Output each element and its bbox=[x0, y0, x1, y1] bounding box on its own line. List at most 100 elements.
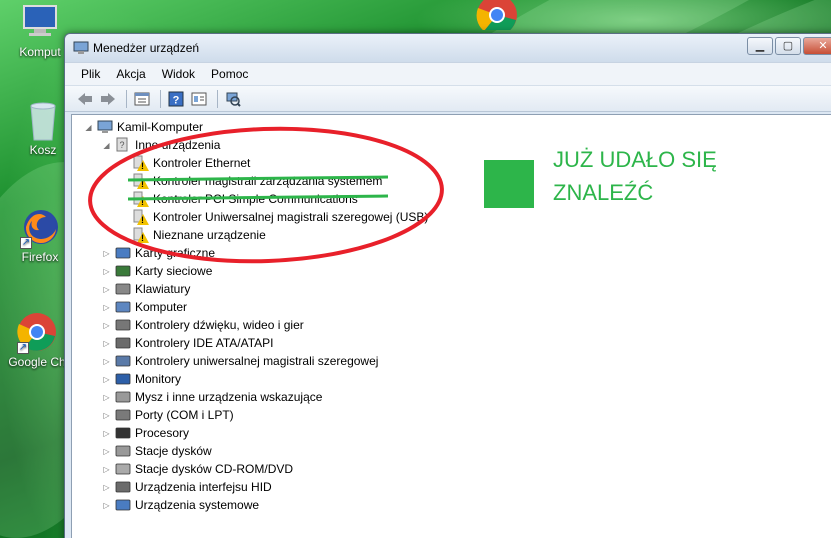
tree-category-label: Karty sieciowe bbox=[135, 264, 213, 278]
tree-device-pci-simple[interactable]: Kontroler PCI Simple Communications bbox=[133, 190, 358, 208]
expand-icon[interactable]: ▷ bbox=[102, 465, 111, 474]
menu-bar: Plik Akcja Widok Pomoc bbox=[65, 62, 831, 85]
tree-category-label: Kontrolery dźwięku, wideo i gier bbox=[135, 318, 304, 332]
window-title: Menedżer urządzeń bbox=[93, 41, 200, 55]
expand-icon[interactable]: ▷ bbox=[102, 339, 111, 348]
expand-icon[interactable]: ▷ bbox=[102, 375, 111, 384]
expand-icon[interactable]: ▷ bbox=[102, 303, 111, 312]
tree-category-system-devices[interactable]: ▷ Urządzenia systemowe bbox=[102, 496, 259, 514]
system-device-icon bbox=[115, 497, 131, 513]
tree-category-disk-drives[interactable]: ▷ Stacje dysków bbox=[102, 442, 211, 460]
recycle-bin-icon bbox=[30, 102, 56, 141]
monitor-icon bbox=[115, 371, 131, 387]
expand-icon[interactable]: ▷ bbox=[102, 447, 111, 456]
minimize-button[interactable]: ▁ bbox=[747, 37, 773, 55]
display-adapter-icon bbox=[115, 245, 131, 261]
expand-icon[interactable]: ▷ bbox=[102, 285, 111, 294]
hid-icon bbox=[115, 479, 131, 495]
tree-category-graphics-cards[interactable]: ▷ Karty graficzne bbox=[102, 244, 215, 262]
expand-icon[interactable]: ▷ bbox=[102, 411, 111, 420]
tree-category-label: Urządzenia interfejsu HID bbox=[135, 480, 272, 494]
properties-button[interactable] bbox=[132, 89, 152, 109]
tree-category-label: Procesory bbox=[135, 426, 190, 440]
back-button[interactable] bbox=[75, 89, 95, 109]
tree-category-label: Stacje dysków CD-ROM/DVD bbox=[135, 462, 294, 476]
chrome-icon bbox=[476, 0, 517, 30]
view-icon bbox=[191, 92, 207, 105]
tree-device-label: Kontroler PCI Simple Communications bbox=[153, 192, 358, 206]
warning-device-icon bbox=[133, 227, 149, 243]
tree-category-monitors[interactable]: ▷ Monitory bbox=[102, 370, 181, 388]
tree-category-processors[interactable]: ▷ Procesory bbox=[102, 424, 189, 442]
tree-device-smbus[interactable]: Kontroler magistrali zarządzania systeme… bbox=[133, 172, 382, 190]
tree-category-label: Porty (COM i LPT) bbox=[135, 408, 234, 422]
forward-arrow-icon bbox=[101, 92, 115, 105]
tree-category-keyboards[interactable]: ▷ Klawiatury bbox=[102, 280, 190, 298]
scan-hardware-button[interactable] bbox=[223, 89, 243, 109]
usb-icon bbox=[115, 353, 131, 369]
expand-icon[interactable]: ▷ bbox=[102, 249, 111, 258]
expand-icon[interactable]: ▷ bbox=[102, 483, 111, 492]
menu-help[interactable]: Pomoc bbox=[203, 67, 256, 81]
tree-root[interactable]: ◢ Kamil-Komputer bbox=[84, 118, 203, 136]
network-card-icon bbox=[115, 263, 131, 279]
tree-category-label: Kontrolery IDE ATA/ATAPI bbox=[135, 336, 274, 350]
tree-category-computer[interactable]: ▷ Komputer bbox=[102, 298, 187, 316]
desktop-icon-label: Google Ch bbox=[8, 355, 66, 369]
desktop-icon-label: Firefox bbox=[21, 250, 59, 264]
port-icon bbox=[115, 407, 131, 423]
tree-category-ide-ata-atapi-controllers[interactable]: ▷ Kontrolery IDE ATA/ATAPI bbox=[102, 334, 274, 352]
warning-device-icon bbox=[133, 155, 149, 171]
tree-category-sound-video-game-controllers[interactable]: ▷ Kontrolery dźwięku, wideo i gier bbox=[102, 316, 304, 334]
expand-icon[interactable]: ▷ bbox=[102, 429, 111, 438]
desktop-icon-label: Kosz bbox=[29, 143, 57, 157]
tree-device-ethernet[interactable]: Kontroler Ethernet bbox=[133, 154, 250, 172]
title-bar[interactable]: Menedżer urządzeń ▁ ▢ ✕ bbox=[65, 34, 831, 62]
device-manager-icon bbox=[73, 41, 89, 54]
device-manager-window: Menedżer urządzeń ▁ ▢ ✕ Plik Akcja Widok… bbox=[64, 33, 831, 538]
expand-icon[interactable]: ▷ bbox=[102, 357, 111, 366]
menu-action[interactable]: Akcja bbox=[108, 67, 153, 81]
expand-icon[interactable]: ▷ bbox=[102, 267, 111, 276]
tree-category-ports-com-lpt[interactable]: ▷ Porty (COM i LPT) bbox=[102, 406, 234, 424]
tree-root-label: Kamil-Komputer bbox=[117, 120, 204, 134]
close-button[interactable]: ✕ bbox=[803, 37, 831, 55]
expand-icon[interactable]: ▷ bbox=[102, 321, 111, 330]
collapse-icon[interactable]: ◢ bbox=[84, 123, 93, 132]
help-button[interactable]: ? bbox=[166, 89, 186, 109]
mouse-icon bbox=[115, 389, 131, 405]
tree-category-cd-dvd-drives[interactable]: ▷ Stacje dysków CD-ROM/DVD bbox=[102, 460, 293, 478]
forward-button[interactable] bbox=[98, 89, 118, 109]
expand-icon[interactable]: ▷ bbox=[102, 501, 111, 510]
speaker-icon bbox=[115, 317, 131, 333]
tree-device-label: Kontroler magistrali zarządzania systeme… bbox=[153, 174, 383, 188]
maximize-button[interactable]: ▢ bbox=[775, 37, 801, 55]
keyboard-icon bbox=[115, 281, 131, 297]
tree-category-label: Monitory bbox=[135, 372, 182, 386]
tree-category-label: Mysz i inne urządzenia wskazujące bbox=[135, 390, 323, 404]
expand-icon[interactable]: ▷ bbox=[102, 393, 111, 402]
tree-device-label: Kontroler Uniwersalnej magistrali szereg… bbox=[153, 210, 429, 224]
tree-device-label: Nieznane urządzenie bbox=[153, 228, 266, 242]
tree-category-usb-controllers[interactable]: ▷ Kontrolery uniwersalnej magistrali szer… bbox=[102, 352, 378, 370]
tree-category-other-devices[interactable]: ◢ ? Inne urządzenia bbox=[102, 136, 220, 154]
svg-text:?: ? bbox=[173, 94, 180, 106]
cd-drive-icon bbox=[115, 461, 131, 477]
tree-device-unknown[interactable]: Nieznane urządzenie bbox=[133, 226, 266, 244]
properties-icon bbox=[134, 92, 150, 105]
tree-category-mice-pointing-devices[interactable]: ▷ Mysz i inne urządzenia wskazujące bbox=[102, 388, 322, 406]
tree-device-usb-controller[interactable]: Kontroler Uniwersalnej magistrali szereg… bbox=[133, 208, 428, 226]
tree-device-label: Kontroler Ethernet bbox=[153, 156, 251, 170]
tree-category-network-adapters[interactable]: ▷ Karty sieciowe bbox=[102, 262, 212, 280]
device-tree: ◢ Kamil-Komputer ◢ ? Inne urządzenia Kon… bbox=[71, 114, 831, 538]
ide-controller-icon bbox=[115, 335, 131, 351]
menu-view[interactable]: Widok bbox=[154, 67, 203, 81]
back-arrow-icon bbox=[78, 92, 92, 105]
desktop-icon-chrome[interactable]: ↗ Google Ch bbox=[2, 312, 72, 369]
collapse-icon[interactable]: ◢ bbox=[102, 141, 111, 150]
view-button[interactable] bbox=[189, 89, 209, 109]
tree-category-hid-devices[interactable]: ▷ Urządzenia interfejsu HID bbox=[102, 478, 272, 496]
processor-icon bbox=[115, 425, 131, 441]
disk-drive-icon bbox=[115, 443, 131, 459]
menu-file[interactable]: Plik bbox=[73, 67, 108, 81]
